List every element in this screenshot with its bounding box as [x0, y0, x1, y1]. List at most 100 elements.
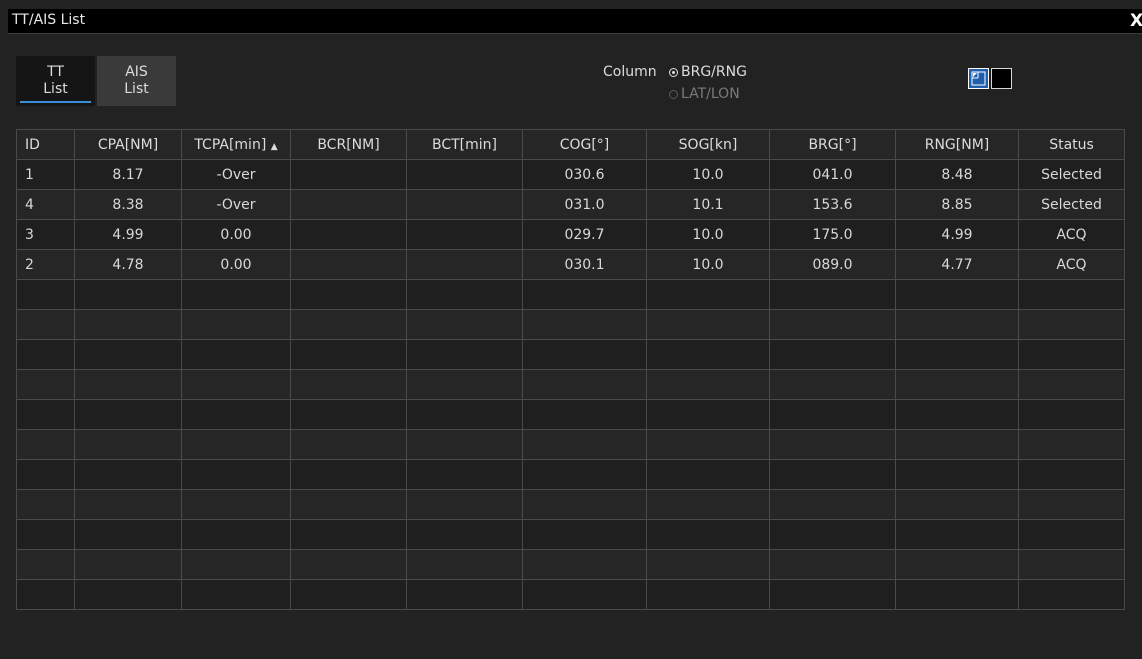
tab-tt-list[interactable]: TT List — [16, 56, 95, 106]
empty-cell — [769, 489, 896, 520]
empty-cell — [290, 399, 407, 430]
empty-cell — [769, 549, 896, 580]
empty-cell — [181, 459, 291, 490]
cell-cog: 030.1 — [522, 249, 647, 280]
cell-rng: 8.48 — [895, 159, 1019, 190]
empty-cell — [895, 579, 1019, 610]
empty-cell — [522, 549, 647, 580]
cell-rng: 4.77 — [895, 249, 1019, 280]
empty-cell — [1018, 549, 1125, 580]
empty-cell — [74, 549, 182, 580]
empty-cell — [646, 459, 770, 490]
empty-cell — [406, 309, 523, 340]
empty-cell — [16, 549, 75, 580]
radio-brg-rng[interactable]: BRG/RNG — [669, 64, 747, 80]
empty-cell — [74, 579, 182, 610]
empty-cell — [16, 459, 75, 490]
empty-cell — [406, 429, 523, 460]
empty-cell — [1018, 579, 1125, 610]
empty-cell — [769, 339, 896, 370]
empty-cell — [290, 549, 407, 580]
empty-cell — [16, 369, 75, 400]
empty-cell — [290, 429, 407, 460]
sort-ascending-icon: ▲ — [270, 141, 278, 152]
empty-cell — [769, 519, 896, 550]
cell-bct — [406, 249, 523, 280]
empty-cell — [1018, 489, 1125, 520]
title-bar: TT/AIS List X — [8, 9, 1142, 34]
radio-brg-rng-label: BRG/RNG — [681, 64, 747, 80]
empty-cell — [769, 399, 896, 430]
empty-cell — [522, 429, 647, 460]
radio-lat-lon[interactable]: LAT/LON — [669, 86, 740, 102]
empty-cell — [1018, 429, 1125, 460]
empty-cell — [646, 339, 770, 370]
tab-ais-list[interactable]: AIS List — [97, 56, 176, 106]
empty-cell — [522, 519, 647, 550]
table-row[interactable]: 1 8.17 -Over 030.6 10.0 041.0 8.48 Selected — [16, 159, 1125, 190]
header-bct[interactable]: BCT[min] — [406, 129, 523, 160]
header-sog[interactable]: SOG[kn] — [646, 129, 770, 160]
cell-status: ACQ — [1018, 249, 1125, 280]
cell-tcpa: 0.00 — [181, 219, 291, 250]
empty-cell — [181, 279, 291, 310]
empty-table-row — [16, 579, 1125, 610]
cell-brg: 041.0 — [769, 159, 896, 190]
empty-cell — [181, 519, 291, 550]
empty-cell — [895, 489, 1019, 520]
empty-cell — [290, 309, 407, 340]
table-row[interactable]: 3 4.99 0.00 029.7 10.0 175.0 4.99 ACQ — [16, 219, 1125, 250]
header-cog[interactable]: COG[°] — [522, 129, 647, 160]
table-row[interactable]: 4 8.38 -Over 031.0 10.1 153.6 8.85 Selected — [16, 189, 1125, 220]
empty-table-row — [16, 369, 1125, 400]
empty-table-row — [16, 309, 1125, 340]
empty-cell — [16, 429, 75, 460]
radio-unselected-icon — [669, 89, 678, 99]
header-tcpa-label: TCPA[min] — [194, 136, 267, 153]
cell-id: 1 — [16, 159, 75, 190]
empty-table-row — [16, 279, 1125, 310]
cell-tcpa: -Over — [181, 159, 291, 190]
window-title: TT/AIS List — [12, 12, 86, 28]
empty-cell — [646, 399, 770, 430]
empty-cell — [74, 489, 182, 520]
empty-cell — [74, 459, 182, 490]
empty-table-row — [16, 519, 1125, 550]
header-brg[interactable]: BRG[°] — [769, 129, 896, 160]
cell-tcpa: -Over — [181, 189, 291, 220]
empty-cell — [895, 399, 1019, 430]
header-cpa[interactable]: CPA[NM] — [74, 129, 182, 160]
cell-sog: 10.0 — [646, 219, 770, 250]
empty-cell — [74, 339, 182, 370]
header-rng[interactable]: RNG[NM] — [895, 129, 1019, 160]
radio-lat-lon-label: LAT/LON — [681, 86, 740, 102]
header-id[interactable]: ID — [16, 129, 75, 160]
empty-cell — [74, 279, 182, 310]
radio-selected-icon — [669, 67, 678, 77]
cell-id: 2 — [16, 249, 75, 280]
empty-cell — [16, 309, 75, 340]
empty-cell — [406, 399, 523, 430]
empty-cell — [181, 309, 291, 340]
empty-cell — [290, 279, 407, 310]
header-tcpa[interactable]: TCPA[min] ▲ — [181, 129, 291, 160]
empty-cell — [290, 369, 407, 400]
corner-arrow-view-button[interactable] — [968, 68, 989, 89]
empty-table-row — [16, 399, 1125, 430]
empty-cell — [646, 489, 770, 520]
empty-cell — [181, 579, 291, 610]
empty-cell — [769, 309, 896, 340]
empty-cell — [181, 549, 291, 580]
header-bcr[interactable]: BCR[NM] — [290, 129, 407, 160]
empty-cell — [646, 549, 770, 580]
cell-rng: 8.85 — [895, 189, 1019, 220]
empty-cell — [74, 399, 182, 430]
header-status[interactable]: Status — [1018, 129, 1125, 160]
close-icon[interactable]: X — [1130, 10, 1142, 32]
table-row[interactable]: 2 4.78 0.00 030.1 10.0 089.0 4.77 ACQ — [16, 249, 1125, 280]
cell-sog: 10.0 — [646, 159, 770, 190]
blank-view-button[interactable] — [991, 68, 1012, 89]
empty-cell — [74, 369, 182, 400]
cell-status: Selected — [1018, 159, 1125, 190]
empty-cell — [16, 489, 75, 520]
